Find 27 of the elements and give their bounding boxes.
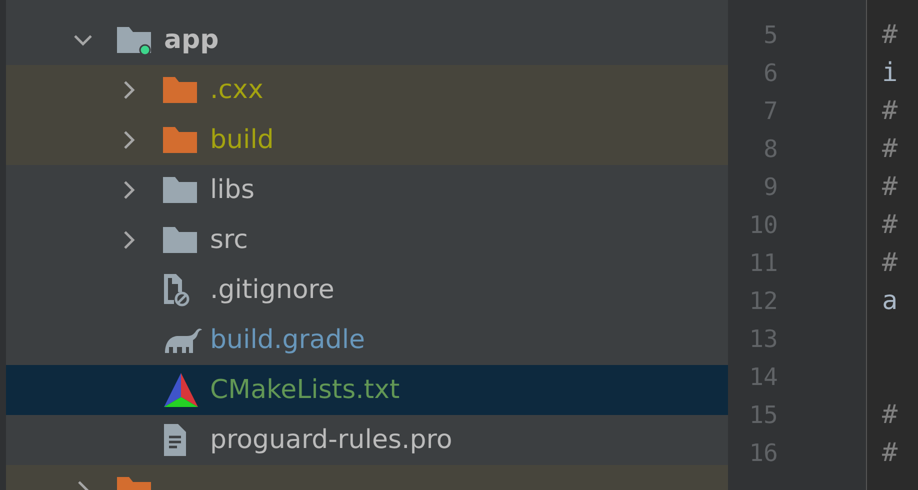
code-text: # [882, 438, 898, 468]
tree-item[interactable]: build.gradle [6, 315, 728, 365]
folder-icon [162, 126, 198, 154]
code-text: # [882, 172, 898, 202]
tree-item[interactable]: .cxx [6, 65, 728, 115]
code-text: # [882, 134, 898, 164]
ignored-file-icon [162, 273, 190, 307]
tree-item[interactable]: CMakeLists.txt [6, 365, 728, 415]
folder-icon [116, 25, 154, 55]
folder-icon [162, 76, 198, 104]
tree-item[interactable]: app [6, 15, 728, 65]
triangle-logo-icon [162, 372, 200, 408]
folder-icon [162, 226, 198, 254]
code-text: # [882, 400, 898, 430]
code-text: # [882, 96, 898, 126]
folder-icon [162, 176, 198, 204]
tree-item[interactable]: .gitignore [6, 265, 728, 315]
code-text: # [882, 20, 898, 50]
tree-item[interactable]: src [6, 215, 728, 265]
tree-item[interactable]: proguard-rules.pro [6, 415, 728, 465]
code-text: # [882, 248, 898, 278]
tree-item[interactable]: build [6, 115, 728, 165]
code-text: a [882, 286, 898, 316]
tree-item[interactable]: libs [6, 165, 728, 215]
code-text: i [882, 58, 898, 88]
text-file-icon [162, 423, 188, 457]
code-text: # [882, 210, 898, 240]
